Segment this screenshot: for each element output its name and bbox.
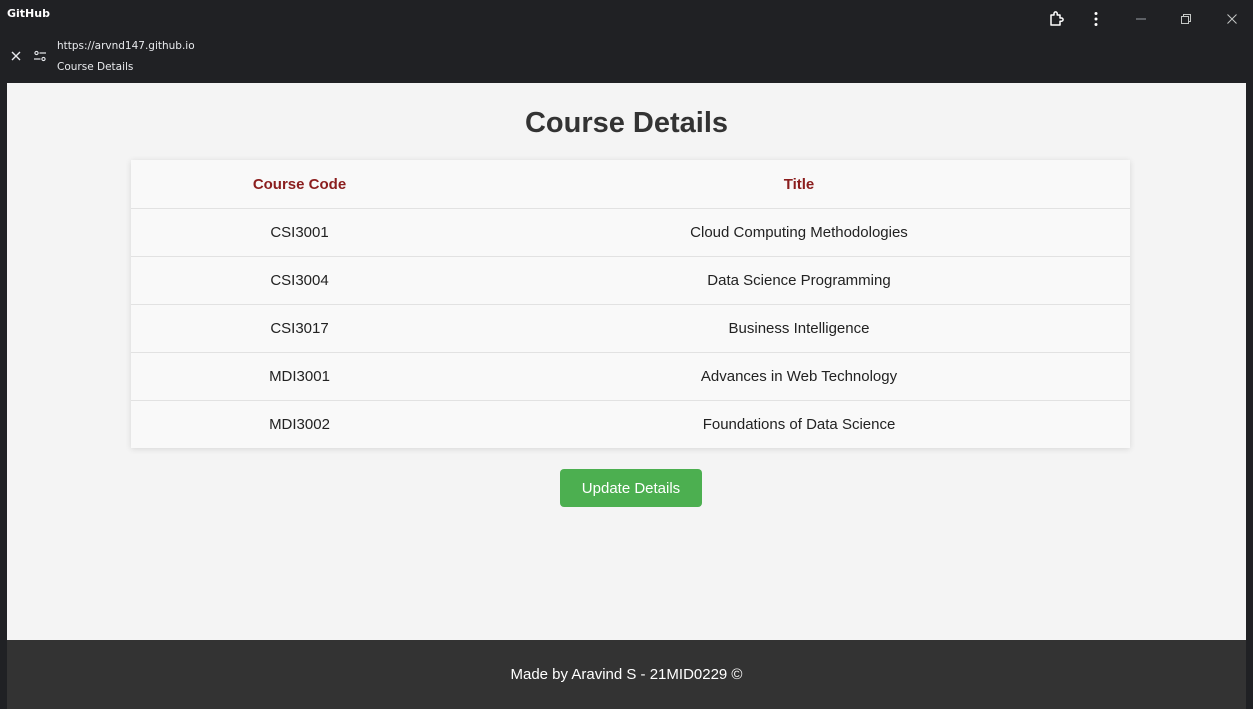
course-code-cell: CSI3017: [131, 304, 468, 353]
footer: Made by Aravind S - 21MID0229 ©: [7, 640, 1246, 709]
course-table-card: Course Code Title CSI3001 Cloud Computin…: [131, 160, 1130, 448]
url-text[interactable]: https://arvnd147.github.io: [57, 40, 195, 52]
update-details-button[interactable]: Update Details: [560, 469, 702, 507]
table-row: MDI3002 Foundations of Data Science: [131, 401, 1130, 449]
restore-icon[interactable]: [1173, 6, 1199, 32]
table-row: CSI3004 Data Science Programming: [131, 256, 1130, 305]
table-header-row: Course Code Title: [131, 160, 1130, 209]
table-row: CSI3017 Business Intelligence: [131, 304, 1130, 353]
page-title: Course Details: [524, 107, 729, 139]
course-code-cell: CSI3004: [131, 256, 468, 305]
course-code-cell: CSI3001: [131, 208, 468, 257]
title-bar: GitHub https://arvnd147.github.io Course…: [7, 0, 1246, 83]
course-code-cell: MDI3001: [131, 352, 468, 401]
minimize-icon[interactable]: [1128, 6, 1154, 32]
close-window-icon[interactable]: [1219, 6, 1245, 32]
course-title-cell: Data Science Programming: [468, 256, 1130, 305]
close-icon[interactable]: [9, 48, 23, 62]
page-content: Course Details Course Code Title CSI3001…: [7, 83, 1246, 640]
course-code-cell: MDI3002: [269, 416, 330, 433]
app-name: GitHub: [7, 7, 50, 20]
tab-title: Course Details: [57, 61, 134, 73]
course-title-cell: Business Intelligence: [468, 304, 1130, 353]
course-title-cell: Advances in Web Technology: [468, 352, 1130, 401]
more-vert-icon[interactable]: [1083, 6, 1109, 32]
column-header-title: Title: [468, 160, 1130, 209]
course-title-cell: Cloud Computing Methodologies: [468, 208, 1130, 257]
browser-frame: GitHub https://arvnd147.github.io Course…: [0, 0, 1253, 709]
extension-icon[interactable]: [1043, 6, 1069, 32]
course-title-cell: Foundations of Data Science: [702, 416, 896, 433]
table-row: CSI3001 Cloud Computing Methodologies: [131, 208, 1130, 257]
site-settings-icon[interactable]: [33, 48, 47, 62]
course-table: Course Code Title CSI3001 Cloud Computin…: [131, 160, 1130, 448]
table-row: MDI3001 Advances in Web Technology: [131, 352, 1130, 401]
footer-text: Made by Aravind S - 21MID0229 ©: [510, 666, 743, 683]
column-header-course-code: Course Code: [131, 160, 468, 209]
